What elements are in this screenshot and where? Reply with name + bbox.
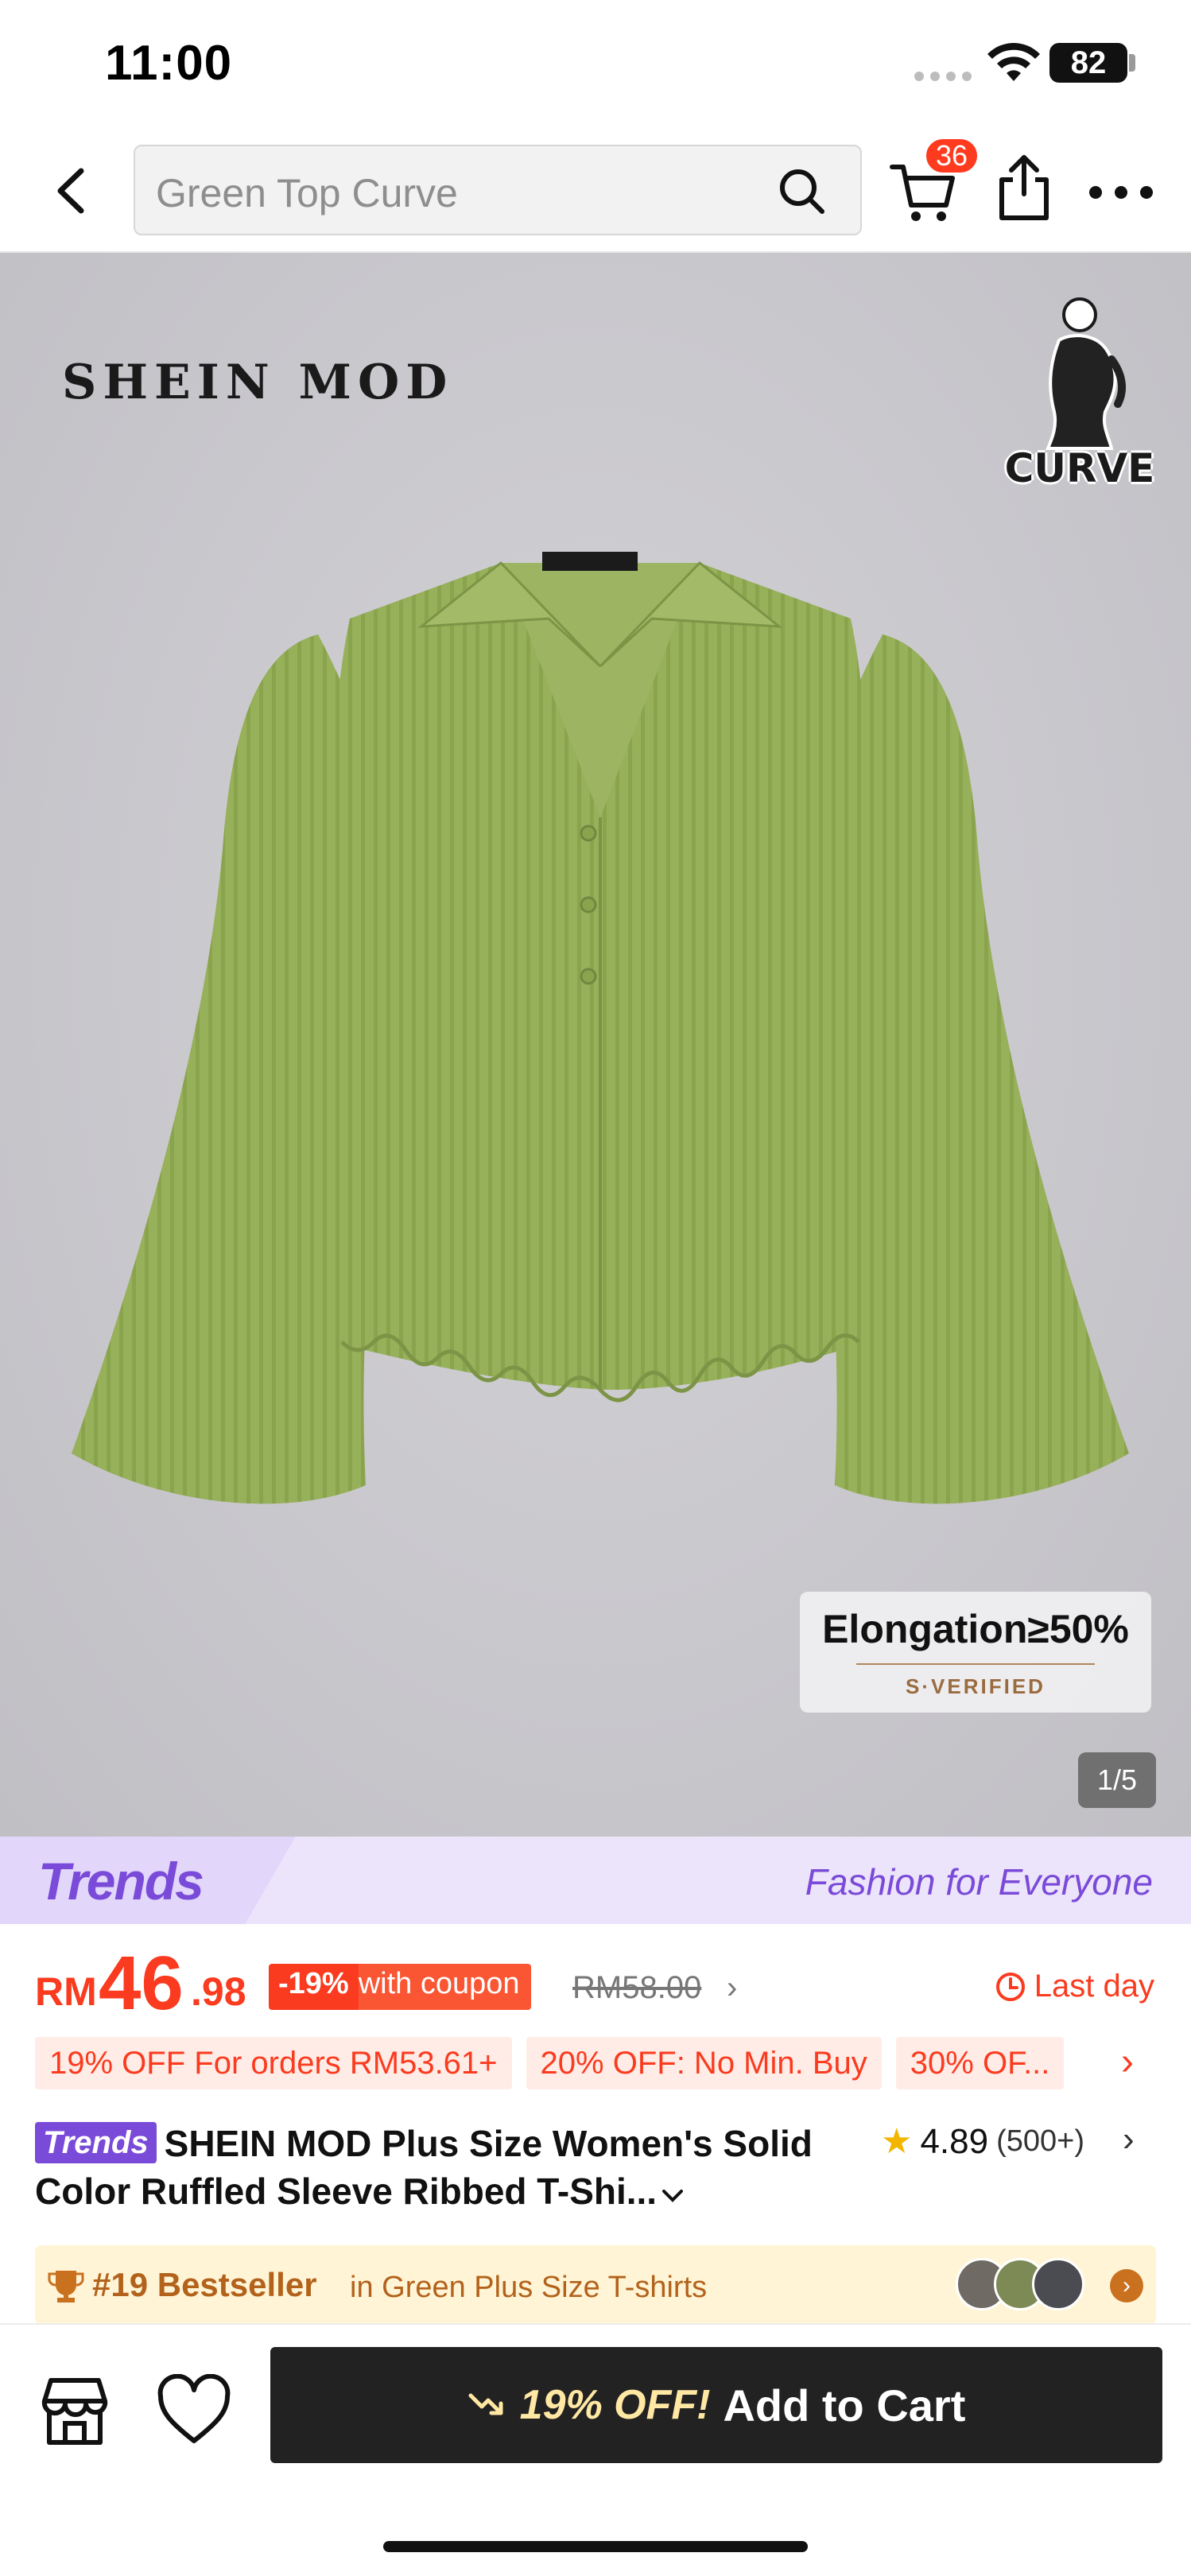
price-decimal: .98: [191, 1969, 246, 2014]
elongation-badge: Elongation≥50% S·VERIFIED: [800, 1592, 1151, 1713]
battery-icon: 82: [1049, 43, 1127, 83]
elongation-title: Elongation≥50%: [822, 1607, 1129, 1651]
more-options-button[interactable]: [1089, 169, 1153, 216]
last-day-label: Last day: [1034, 1969, 1154, 2004]
add-to-cart-button[interactable]: 19% OFF! Add to Cart: [270, 2347, 1162, 2463]
rating-count: (500+): [996, 2124, 1084, 2158]
coupon-label: with coupon: [358, 1964, 531, 2010]
original-price[interactable]: RM58.00: [572, 1970, 701, 2006]
product-image-gallery[interactable]: SHEIN MOD CURVE Elongation≥50% S·VERIFIE…: [0, 253, 1191, 1837]
discount-chips: 19% OFF For orders RM53.61+ 20% OFF: No …: [35, 2037, 1156, 2089]
discount-chip[interactable]: 20% OFF: No Min. Buy: [526, 2037, 882, 2089]
trophy-icon: [48, 2271, 84, 2302]
chevron-down-icon[interactable]: [661, 2188, 685, 2204]
last-day-timer: Last day: [995, 1969, 1154, 2004]
wifi-icon: [987, 43, 1040, 81]
back-button[interactable]: [40, 159, 103, 223]
home-indicator[interactable]: [383, 2541, 808, 2552]
store-icon[interactable]: [37, 2372, 113, 2449]
price-row: RM 46 .98 -19% with coupon RM58.00 › Las…: [0, 1924, 1191, 2043]
price-integer: 46: [99, 1941, 184, 2026]
elongation-verified-label: S·VERIFIED: [906, 1674, 1046, 1698]
cart-count-badge: 36: [924, 137, 980, 175]
avatar: [1032, 2258, 1084, 2310]
bestseller-avatars: [956, 2258, 1084, 2310]
chevron-right-icon[interactable]: ›: [1110, 2269, 1143, 2302]
search-input[interactable]: Green Top Curve: [134, 145, 862, 235]
trend-down-icon: [468, 2393, 503, 2415]
coupon-tag[interactable]: -19% with coupon: [269, 1964, 531, 2010]
rating-score: 4.89: [920, 2121, 989, 2161]
chevron-right-icon[interactable]: ›: [727, 1970, 737, 2006]
bestseller-category: in Green Plus Size T-shirts: [350, 2271, 708, 2304]
trends-slogan: Fashion for Everyone: [805, 1861, 1153, 1903]
search-icon[interactable]: [776, 165, 828, 218]
image-counter: 1/5: [1078, 1752, 1156, 1808]
curve-silhouette-icon: [1046, 297, 1127, 450]
product-title[interactable]: Trends SHEIN MOD Plus Size Women's Solid …: [35, 2120, 870, 2215]
bottom-action-bar: 19% OFF! Add to Cart: [0, 2323, 1191, 2576]
status-bar: 11:00 82: [0, 0, 1191, 127]
curve-label: CURVE: [1004, 445, 1155, 491]
brand-logo: SHEIN MOD: [62, 355, 454, 410]
chevron-right-icon[interactable]: ›: [1123, 2120, 1135, 2159]
curve-badge: CURVE: [1002, 293, 1158, 491]
status-time: 11:00: [105, 36, 233, 91]
chevron-right-icon[interactable]: ›: [1121, 2040, 1134, 2084]
rating[interactable]: ★ 4.89 (500+): [881, 2121, 1084, 2162]
price-currency: RM: [35, 1969, 97, 2014]
discount-chip[interactable]: 30% OF...: [895, 2037, 1065, 2089]
trends-tag: Trends: [35, 2122, 157, 2163]
share-icon[interactable]: [994, 151, 1054, 223]
nav-bar: Green Top Curve 36: [0, 127, 1191, 253]
bestseller-rank: #19 Bestseller: [92, 2266, 317, 2303]
discount-chip[interactable]: 19% OFF For orders RM53.61+: [35, 2037, 512, 2089]
add-to-cart-promo: 19% OFF!: [519, 2382, 711, 2428]
chevron-left-icon: [57, 168, 84, 214]
clock-icon: [995, 1972, 1025, 2001]
search-placeholder: Green Top Curve: [156, 171, 458, 215]
cellular-signal-icon: [914, 72, 972, 81]
bestseller-banner[interactable]: #19 Bestseller in Green Plus Size T-shir…: [35, 2245, 1156, 2325]
star-icon: ★: [881, 2122, 913, 2161]
add-to-cart-label: Add to Cart: [723, 2380, 966, 2431]
elongation-divider: [856, 1663, 1095, 1665]
trends-banner[interactable]: Trends Fashion for Everyone: [0, 1837, 1191, 1924]
heart-icon[interactable]: [156, 2374, 232, 2447]
battery-tip: [1129, 54, 1135, 72]
coupon-percent: -19%: [269, 1964, 359, 2010]
trends-logo: Trends: [38, 1852, 204, 1911]
